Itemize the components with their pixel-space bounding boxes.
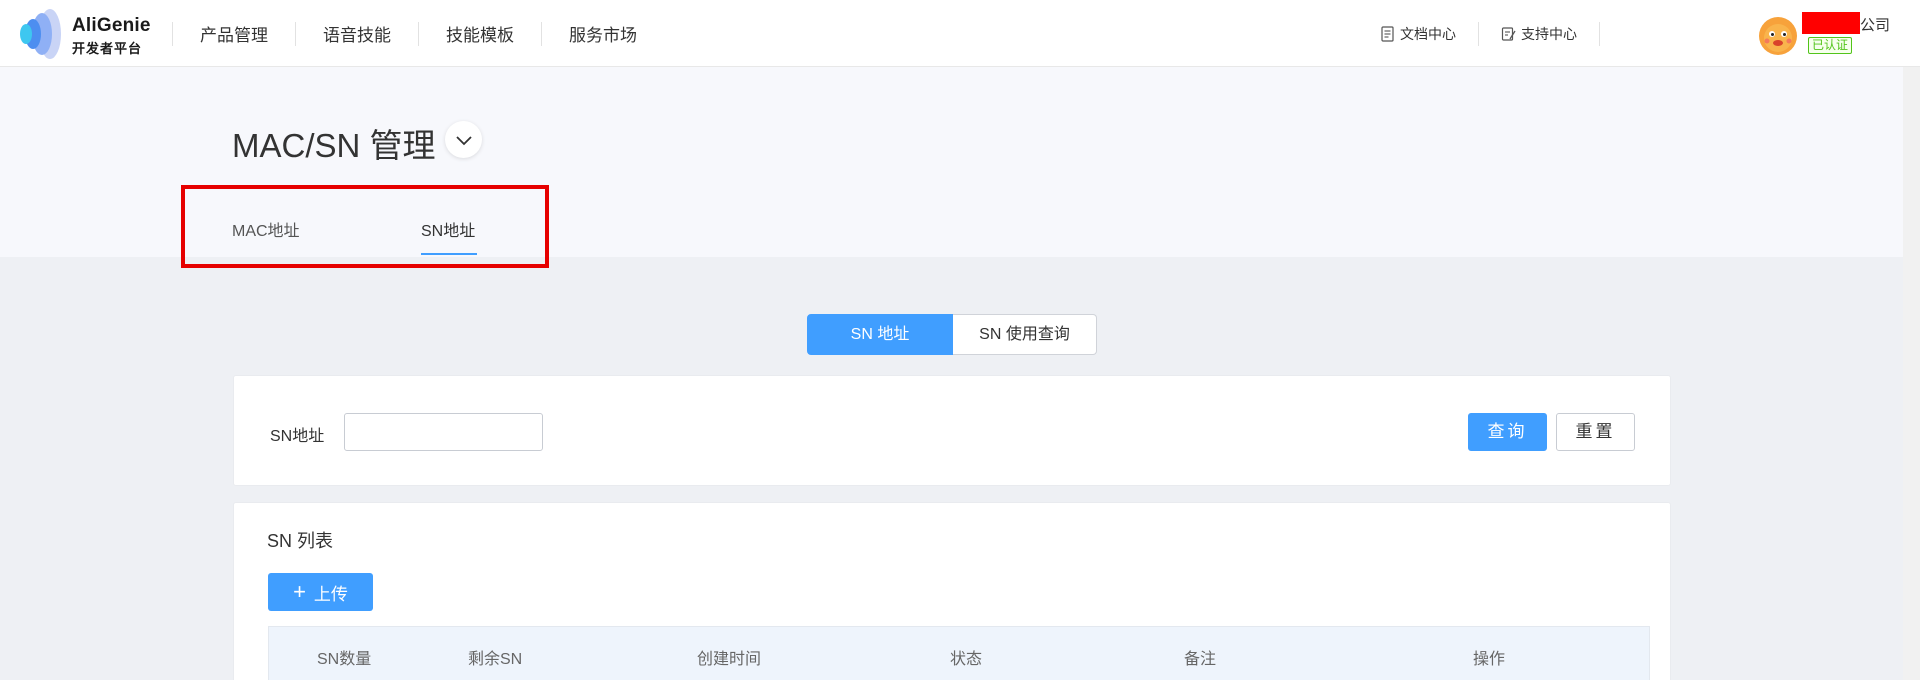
query-panel: SN地址 查询 重置 [233, 375, 1671, 486]
column-header-actions[interactable]: 操作 [1473, 645, 1505, 669]
nav-item-product-management[interactable]: 产品管理 [173, 21, 295, 46]
upload-button[interactable]: + 上传 [268, 573, 373, 611]
sn-address-label: SN地址 [270, 428, 325, 445]
logo-title: AliGenie [72, 15, 151, 36]
doc-center-label: 文档中心 [1400, 25, 1456, 42]
document-icon [1381, 25, 1394, 42]
view-segment-switch: SN 地址 SN 使用查询 [807, 314, 1097, 355]
page-scrollbar[interactable] [1903, 67, 1920, 680]
column-header-status[interactable]: 状态 [950, 645, 982, 669]
nav-item-voice-skills[interactable]: 语音技能 [296, 21, 418, 46]
support-center-label: 支持中心 [1521, 25, 1577, 42]
segment-sn-address[interactable]: SN 地址 [807, 314, 953, 355]
main-nav: 产品管理 语音技能 技能模板 服务市场 [172, 0, 664, 67]
column-header-sn-count[interactable]: SN数量 [317, 645, 371, 669]
nav-item-skill-templates[interactable]: 技能模板 [419, 21, 541, 46]
top-navigation-bar: AliGenie 开发者平台 产品管理 语音技能 技能模板 服务市场 文档中心 [0, 0, 1920, 67]
aligenie-logo[interactable]: AliGenie 开发者平台 [20, 8, 160, 60]
list-title: SN 列表 [267, 531, 334, 551]
logo-subtitle: 开发者平台 [72, 41, 143, 56]
avatar-icon [1759, 17, 1797, 55]
table-header: SN数量 剩余SN 创建时间 状态 备注 操作 [268, 626, 1650, 680]
upload-label: 上传 [313, 584, 348, 604]
user-account[interactable]: 公司 已认证 [1756, 10, 1920, 60]
doc-center-link[interactable]: 文档中心 [1358, 24, 1478, 44]
nav-item-service-market[interactable]: 服务市场 [542, 21, 664, 46]
sn-address-input[interactable] [344, 413, 543, 451]
support-edit-icon [1501, 26, 1516, 41]
top-links: 文档中心 支持中心 [1358, 0, 1600, 67]
segment-sn-usage-query[interactable]: SN 使用查询 [953, 314, 1097, 355]
company-name-suffix: 公司 [1860, 17, 1891, 34]
title-dropdown-button[interactable] [445, 121, 482, 158]
verified-badge: 已认证 [1808, 37, 1853, 54]
support-center-link[interactable]: 支持中心 [1479, 24, 1599, 44]
plus-icon: + [293, 579, 306, 604]
sn-list-panel: SN 列表 + 上传 SN数量 剩余SN 创建时间 状态 备注 操作 [233, 502, 1671, 680]
link-divider [1599, 21, 1600, 46]
column-header-created-time[interactable]: 创建时间 [697, 645, 761, 669]
chevron-down-icon [455, 135, 472, 145]
query-button[interactable]: 查询 [1468, 413, 1547, 451]
page-title: MAC/SN 管理 [232, 127, 436, 164]
annotation-highlight-box [181, 185, 549, 268]
aligenie-logo-icon [20, 9, 61, 59]
company-name-redacted [1802, 12, 1860, 34]
reset-button[interactable]: 重置 [1556, 413, 1635, 451]
column-header-remaining-sn[interactable]: 剩余SN [468, 645, 522, 669]
column-header-remark[interactable]: 备注 [1184, 645, 1216, 669]
